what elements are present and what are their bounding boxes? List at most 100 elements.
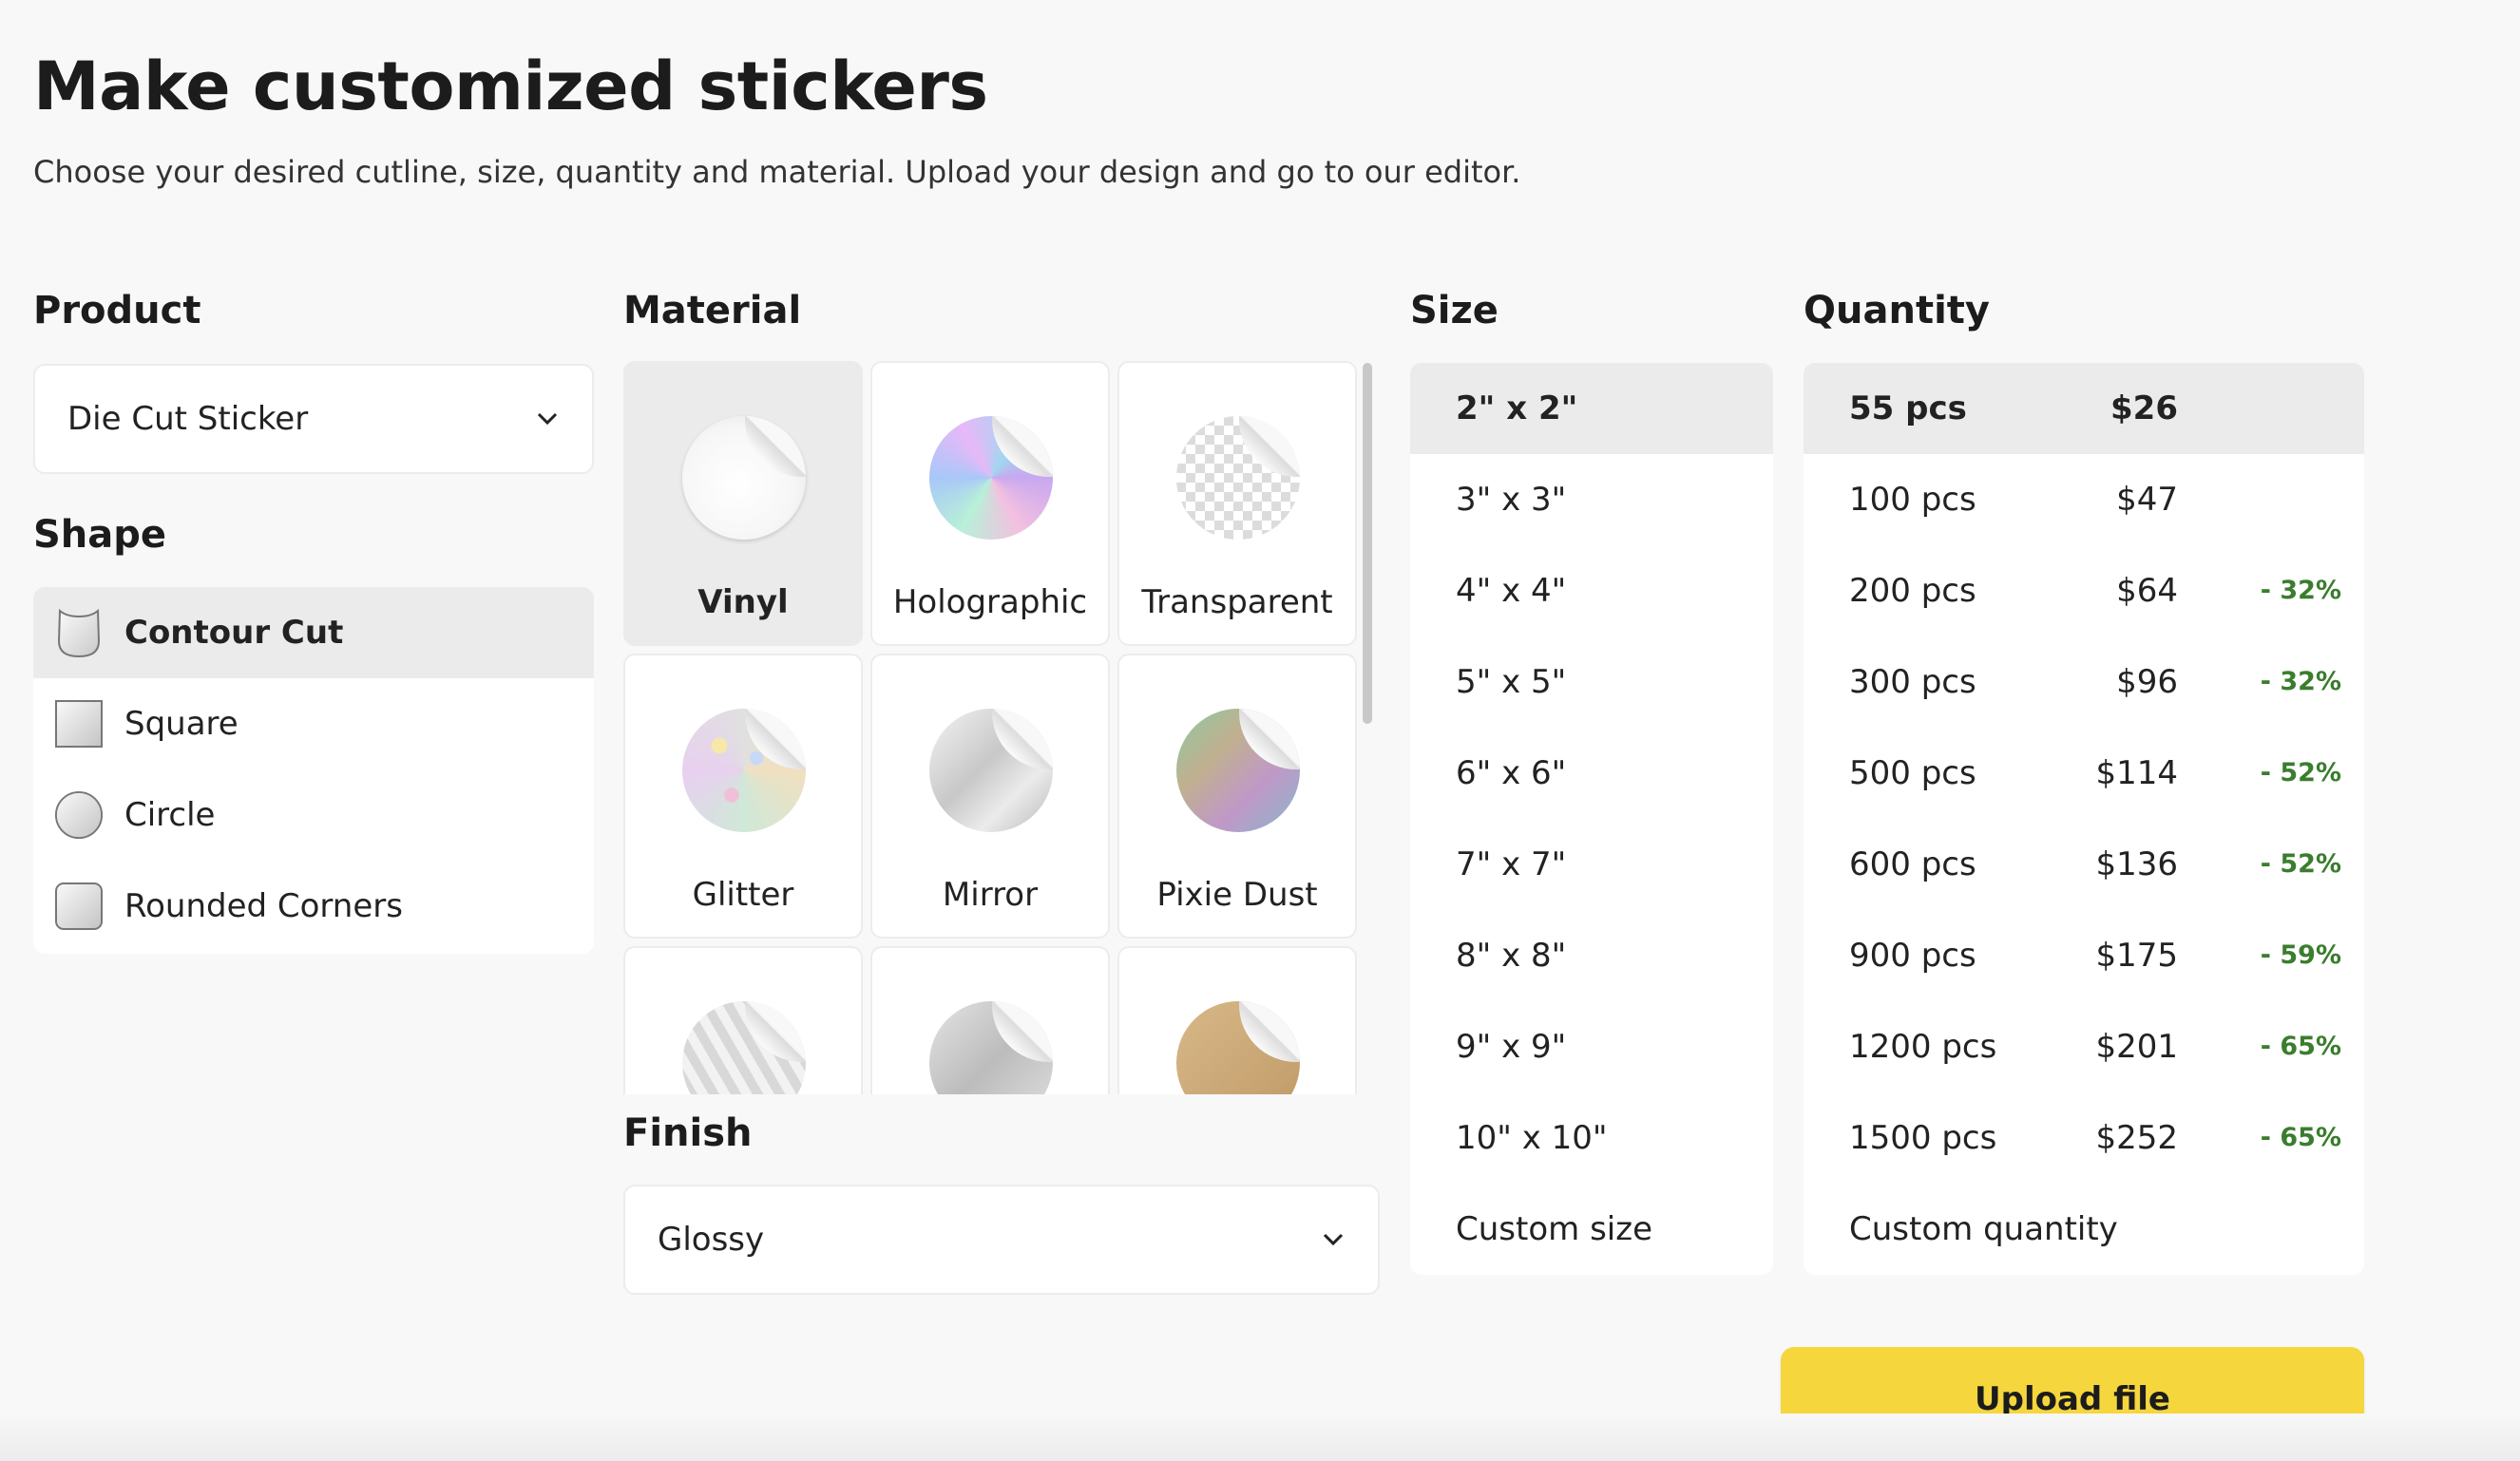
- material-scrollbar[interactable]: [1363, 363, 1372, 724]
- quantity-price: $252: [2095, 1119, 2178, 1157]
- quantity-amount: 200 pcs: [1849, 572, 1976, 610]
- quantity-price: $26: [2110, 389, 2178, 427]
- shape-label-circle: Circle: [124, 796, 216, 834]
- quantity-label: Quantity: [1804, 289, 1990, 332]
- size-option[interactable]: 2" x 2": [1410, 363, 1773, 454]
- size-option[interactable]: 6" x 6": [1410, 728, 1773, 819]
- material-option-partial-3[interactable]: [1117, 946, 1357, 1094]
- page-subtitle: Choose your desired cutline, size, quant…: [33, 154, 1521, 190]
- vinyl-swatch: [682, 416, 806, 540]
- material-option-mirror[interactable]: Mirror: [870, 654, 1110, 939]
- size-list: 2" x 2" 3" x 3" 4" x 4" 5" x 5" 6" x 6" …: [1410, 363, 1773, 1275]
- quantity-price: $136: [2095, 845, 2178, 883]
- quantity-option[interactable]: 300 pcs $96 - 32%: [1804, 636, 2364, 728]
- transparent-swatch: [1176, 416, 1300, 540]
- quantity-discount: - 65%: [2260, 1032, 2341, 1061]
- material-label-vinyl: Vinyl: [697, 583, 789, 621]
- shape-label-square: Square: [124, 705, 239, 743]
- quantity-price: $201: [2095, 1028, 2178, 1066]
- quantity-discount: - 52%: [2260, 849, 2341, 879]
- size-option[interactable]: 4" x 4": [1410, 545, 1773, 636]
- quantity-list: 55 pcs $26 100 pcs $47 200 pcs $64 - 32%…: [1804, 363, 2364, 1275]
- glitter-swatch: [682, 709, 806, 832]
- product-select[interactable]: Die Cut Sticker: [33, 364, 594, 474]
- prism-swatch: [682, 1001, 806, 1094]
- quantity-option[interactable]: 200 pcs $64 - 32%: [1804, 545, 2364, 636]
- quantity-option-custom[interactable]: Custom quantity: [1804, 1184, 2364, 1275]
- shape-option-circle[interactable]: Circle: [33, 769, 594, 861]
- kraft-paper-swatch: [1176, 1001, 1300, 1094]
- brushed-metal-swatch: [929, 1001, 1053, 1094]
- material-option-partial-1[interactable]: [623, 946, 863, 1094]
- material-option-partial-2[interactable]: [870, 946, 1110, 1094]
- shape-label-rounded-corners: Rounded Corners: [124, 887, 403, 925]
- shape-list: Contour Cut Square Circle Rounded Corner…: [33, 587, 594, 954]
- size-option[interactable]: 9" x 9": [1410, 1001, 1773, 1092]
- quantity-discount: - 65%: [2260, 1123, 2341, 1152]
- material-label-transparent: Transparent: [1141, 583, 1333, 621]
- quantity-amount: 55 pcs: [1849, 389, 1967, 427]
- quantity-amount: 1200 pcs: [1849, 1028, 1997, 1066]
- size-label: Size: [1410, 289, 1499, 332]
- size-option[interactable]: 3" x 3": [1410, 454, 1773, 545]
- quantity-price: $114: [2095, 754, 2178, 792]
- square-icon: [54, 699, 104, 749]
- size-option[interactable]: 7" x 7": [1410, 819, 1773, 910]
- material-grid: Vinyl Holographic Transparent Glitter Mi…: [623, 361, 1374, 1094]
- material-label-pixie-dust: Pixie Dust: [1156, 876, 1318, 914]
- shape-option-rounded-corners[interactable]: Rounded Corners: [33, 861, 594, 952]
- finish-label: Finish: [623, 1111, 753, 1155]
- shape-option-square[interactable]: Square: [33, 678, 594, 769]
- shape-label: Shape: [33, 513, 167, 557]
- page-title: Make customized stickers: [33, 47, 988, 125]
- material-label-glitter: Glitter: [692, 876, 794, 914]
- quantity-option[interactable]: 1200 pcs $201 - 65%: [1804, 1001, 2364, 1092]
- quantity-option[interactable]: 100 pcs $47: [1804, 454, 2364, 545]
- quantity-amount: 600 pcs: [1849, 845, 1976, 883]
- quantity-option[interactable]: 1500 pcs $252 - 65%: [1804, 1092, 2364, 1184]
- quantity-amount: 1500 pcs: [1849, 1119, 1997, 1157]
- finish-select[interactable]: Glossy: [623, 1185, 1380, 1295]
- holographic-swatch: [929, 416, 1053, 540]
- quantity-discount: - 59%: [2260, 940, 2341, 970]
- chevron-down-icon: [1321, 1227, 1346, 1252]
- material-option-pixie-dust[interactable]: Pixie Dust: [1117, 654, 1357, 939]
- quantity-amount: 500 pcs: [1849, 754, 1976, 792]
- material-option-glitter[interactable]: Glitter: [623, 654, 863, 939]
- product-selected-value: Die Cut Sticker: [67, 400, 309, 438]
- material-label: Material: [623, 289, 802, 332]
- rounded-corners-icon: [54, 882, 104, 931]
- mirror-swatch: [929, 709, 1053, 832]
- custom-quantity-label: Custom quantity: [1849, 1210, 2118, 1248]
- size-option[interactable]: 5" x 5": [1410, 636, 1773, 728]
- quantity-amount: 100 pcs: [1849, 481, 1976, 519]
- quantity-price: $96: [2116, 663, 2178, 701]
- quantity-option[interactable]: 600 pcs $136 - 52%: [1804, 819, 2364, 910]
- quantity-discount: - 32%: [2260, 576, 2341, 605]
- quantity-option[interactable]: 500 pcs $114 - 52%: [1804, 728, 2364, 819]
- quantity-option[interactable]: 55 pcs $26: [1804, 363, 2364, 454]
- quantity-price: $64: [2116, 572, 2178, 610]
- finish-selected-value: Glossy: [658, 1221, 765, 1259]
- size-option[interactable]: 10" x 10": [1410, 1092, 1773, 1184]
- contour-cut-icon: [54, 608, 104, 658]
- quantity-price: $175: [2095, 937, 2178, 975]
- quantity-discount: - 52%: [2260, 758, 2341, 787]
- material-label-holographic: Holographic: [892, 583, 1088, 621]
- chevron-down-icon: [535, 407, 560, 431]
- quantity-option[interactable]: 900 pcs $175 - 59%: [1804, 910, 2364, 1001]
- pixie-dust-swatch: [1176, 709, 1300, 832]
- material-label-mirror: Mirror: [942, 876, 1039, 914]
- shape-label-contour-cut: Contour Cut: [124, 614, 344, 652]
- material-option-vinyl[interactable]: Vinyl: [623, 361, 863, 646]
- quantity-discount: - 32%: [2260, 667, 2341, 696]
- size-option[interactable]: 8" x 8": [1410, 910, 1773, 1001]
- page-bottom-fade: [0, 1414, 2520, 1461]
- shape-option-contour-cut[interactable]: Contour Cut: [33, 587, 594, 678]
- circle-icon: [54, 790, 104, 840]
- material-option-transparent[interactable]: Transparent: [1117, 361, 1357, 646]
- quantity-price: $47: [2116, 481, 2178, 519]
- quantity-amount: 900 pcs: [1849, 937, 1976, 975]
- size-option-custom[interactable]: Custom size: [1410, 1184, 1773, 1275]
- material-option-holographic[interactable]: Holographic: [870, 361, 1110, 646]
